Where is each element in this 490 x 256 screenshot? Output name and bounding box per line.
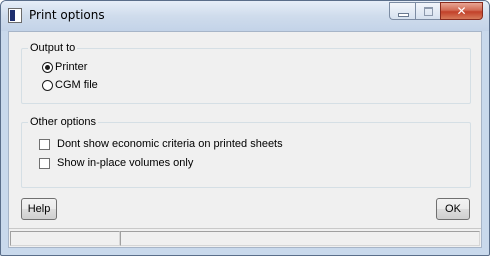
close-button[interactable]: ✕ [440, 2, 483, 20]
status-pane-1 [10, 231, 120, 246]
checkbox-in-place-volumes[interactable]: Show in-place volumes only [39, 156, 193, 170]
close-icon: ✕ [456, 4, 467, 18]
print-options-dialog: Print options ✕ Output to Printer CGM fi… [0, 0, 490, 256]
window-title: Print options [29, 8, 105, 22]
ok-button[interactable]: OK [436, 198, 470, 220]
radio-printer[interactable]: Printer [42, 60, 87, 74]
other-options-group: Other options Dont show economic criteri… [21, 115, 471, 188]
maximize-button[interactable] [415, 2, 440, 20]
title-bar[interactable]: Print options ✕ [1, 1, 489, 31]
checkbox-dont-show-economic-box[interactable] [39, 138, 50, 150]
checkbox-in-place-volumes-label[interactable]: Show in-place volumes only [57, 157, 193, 169]
radio-printer-label[interactable]: Printer [55, 61, 87, 73]
checkbox-dont-show-economic[interactable]: Dont show economic criteria on printed s… [39, 137, 283, 151]
other-options-legend: Other options [28, 115, 99, 129]
help-button[interactable]: Help [21, 198, 57, 220]
caption-buttons: ✕ [389, 2, 483, 20]
radio-cgm-file-label[interactable]: CGM file [55, 79, 98, 91]
output-to-legend: Output to [28, 41, 78, 55]
status-pane-2 [120, 231, 480, 246]
minimize-button[interactable] [389, 2, 415, 20]
output-to-group: Output to Printer CGM file [21, 41, 471, 104]
checkbox-dont-show-economic-label[interactable]: Dont show economic criteria on printed s… [57, 138, 283, 150]
radio-cgm-file[interactable]: CGM file [42, 78, 98, 92]
radio-cgm-file-indicator[interactable] [42, 79, 53, 91]
checkbox-in-place-volumes-box[interactable] [39, 157, 50, 169]
app-icon [8, 8, 22, 23]
radio-printer-indicator[interactable] [42, 61, 53, 73]
status-bar [9, 228, 481, 247]
dialog-client-area: Output to Printer CGM file Other options… [8, 31, 482, 248]
